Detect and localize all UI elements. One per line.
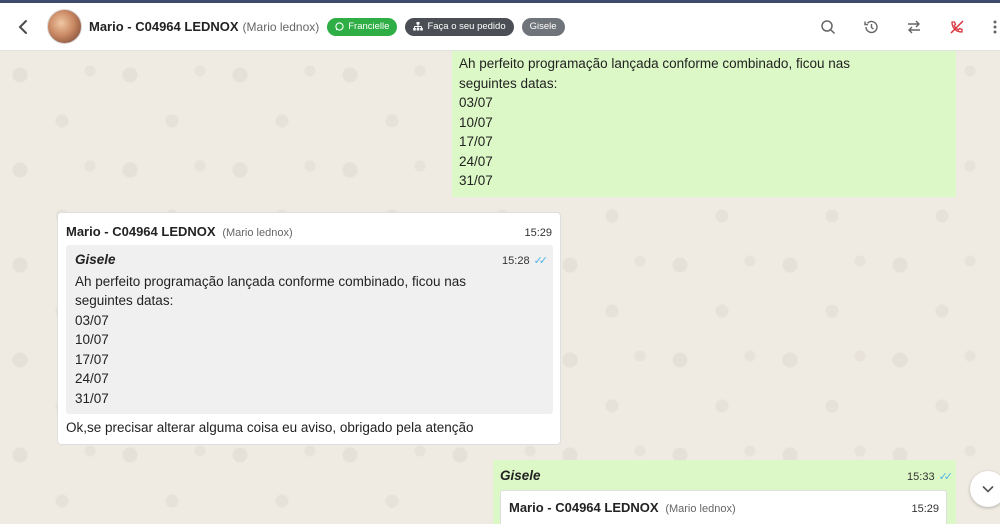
quote-line: 17/07 xyxy=(75,351,109,367)
tag-gisele[interactable]: Gisele xyxy=(521,17,565,36)
message-line: seguintes datas: xyxy=(459,75,558,91)
quote-line: 24/07 xyxy=(75,371,109,386)
contact-name[interactable]: Mario - C04964 LEDNOX xyxy=(89,19,239,34)
quote-sender: Gisele xyxy=(75,252,116,267)
chevron-down-icon xyxy=(982,485,994,493)
quote-time: 15:28 xyxy=(502,255,530,267)
phone-off-icon[interactable] xyxy=(947,17,967,37)
quote-sender: Mario - C04964 LEDNOX xyxy=(509,500,659,515)
message-sender: Gisele xyxy=(500,468,541,483)
tag-label: Gisele xyxy=(529,21,557,32)
message-line: 03/07 xyxy=(459,95,493,110)
message-header: Gisele 15:33 ✓✓ xyxy=(500,466,954,488)
scroll-down-button[interactable] xyxy=(970,471,1000,507)
message-text: Ok,se precisar alterar alguma coisa eu a… xyxy=(66,420,474,435)
message-line: 31/07 xyxy=(459,173,493,188)
back-arrow-icon[interactable] xyxy=(13,17,33,37)
quote-line: 03/07 xyxy=(75,312,109,328)
whatsapp-icon xyxy=(335,22,344,31)
quote-line: 31/07 xyxy=(75,390,109,406)
chat-header: Mario - C04964 LEDNOX (Mario lednox) Fra… xyxy=(0,3,1000,51)
quoted-message[interactable]: Gisele 15:28 ✓✓ Ah perfeito programação l… xyxy=(66,245,553,414)
search-icon[interactable] xyxy=(818,17,838,37)
avatar[interactable] xyxy=(47,9,82,44)
quoted-message[interactable]: Mario - C04964 LEDNOX (Mario lednox) 15:… xyxy=(500,490,947,524)
tag-label: Francielle xyxy=(348,21,390,32)
transfer-icon[interactable] xyxy=(904,17,924,37)
tag-label: Faça o seu pedido xyxy=(427,21,506,32)
message-line: 17/07 xyxy=(459,134,493,149)
message-sender-sub: (Mario lednox) xyxy=(222,227,293,239)
quote-sender-sub: (Mario lednox) xyxy=(665,503,736,515)
read-check-icon: ✓✓ xyxy=(533,255,549,267)
quote-time: 15:29 xyxy=(911,503,939,515)
quote-line: Ah perfeito programação lançada conforme… xyxy=(75,273,466,289)
message-line: Ah perfeito programação lançada conforme… xyxy=(459,56,850,71)
message-incoming[interactable]: Mario - C04964 LEDNOX (Mario lednox) 15:… xyxy=(57,212,561,445)
tag-francielle[interactable]: Francielle xyxy=(327,17,398,36)
message-outgoing[interactable]: Ah perfeito programação lançada conforme… xyxy=(452,51,956,197)
quote-header: Mario - C04964 LEDNOX (Mario lednox) 15:… xyxy=(509,498,939,520)
quote-line: 10/07 xyxy=(75,332,109,347)
sitemap-icon xyxy=(413,22,424,31)
tag-faca-o-seu-pedido[interactable]: Faça o seu pedido xyxy=(405,17,514,36)
message-time: 15:33 xyxy=(907,471,935,483)
chat-area[interactable]: Ah perfeito programação lançada conforme… xyxy=(0,51,1000,524)
quote-header: Gisele 15:28 ✓✓ xyxy=(75,250,549,272)
quote-line: seguintes datas: xyxy=(75,293,174,308)
message-sender: Mario - C04964 LEDNOX xyxy=(66,224,216,239)
message-time: 15:29 xyxy=(524,227,552,239)
read-check-icon: ✓✓ xyxy=(938,471,954,483)
history-icon[interactable] xyxy=(861,17,881,37)
message-header: Mario - C04964 LEDNOX (Mario lednox) 15:… xyxy=(66,222,552,244)
message-outgoing[interactable]: Gisele 15:33 ✓✓ Mario - C04964 LEDNOX (Ma… xyxy=(493,460,956,524)
message-line: 10/07 xyxy=(459,114,493,130)
more-icon[interactable] xyxy=(990,17,1000,37)
header-actions xyxy=(795,3,1000,51)
message-line: 24/07 xyxy=(459,153,493,169)
contact-subtitle: (Mario lednox) xyxy=(242,19,320,34)
